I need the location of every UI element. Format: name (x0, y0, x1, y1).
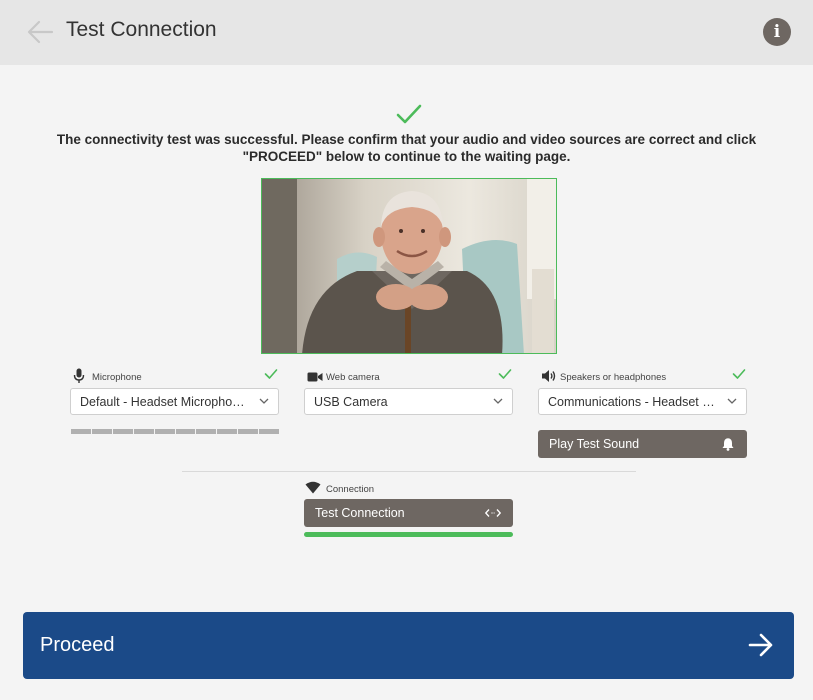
arrow-left-icon[interactable] (26, 19, 54, 45)
microphone-select[interactable]: Default - Headset Microphone (Headset) (70, 388, 279, 415)
level-segment (154, 429, 175, 434)
speaker-icon (542, 370, 556, 382)
section-divider (182, 471, 636, 472)
connection-label-row: Connection (304, 480, 514, 498)
camera-preview (261, 178, 557, 354)
speakers-label-row: Speakers or headphones (538, 368, 748, 386)
proceed-label: Proceed (40, 634, 115, 656)
wifi-icon (305, 481, 321, 494)
status-message: The connectivity test was successful. Pl… (56, 132, 757, 164)
chevron-down-icon (727, 398, 737, 404)
speakers-label: Speakers or headphones (560, 372, 667, 383)
camera-label-row: Web camera (304, 368, 514, 386)
level-segment (175, 429, 196, 434)
speakers-selected-value: Communications - Headset Earphone (Heads… (548, 395, 718, 409)
level-segment (91, 429, 112, 434)
microphone-section: Microphone Default - Headset Microphone … (70, 368, 280, 438)
microphone-level-meter (71, 429, 280, 434)
chevron-down-icon (259, 398, 269, 404)
code-arrows-icon (485, 509, 501, 517)
level-segment (238, 429, 259, 434)
play-test-sound-label: Play Test Sound (549, 437, 640, 451)
speakers-section: Speakers or headphones Communications - … (538, 368, 748, 460)
level-segment (196, 429, 217, 434)
camera-ok-check-icon (498, 369, 512, 379)
chevron-down-icon (493, 398, 503, 404)
level-segment (259, 429, 280, 434)
connection-progress-fill (304, 532, 513, 537)
proceed-button[interactable]: Proceed (23, 612, 794, 679)
camera-select[interactable]: USB Camera (304, 388, 513, 415)
connection-progress-bar (304, 532, 513, 537)
page-title: Test Connection (66, 18, 217, 41)
camera-preview-image (262, 179, 556, 353)
header-bar: Test Connection i (0, 0, 813, 65)
speakers-select[interactable]: Communications - Headset Earphone (Heads… (538, 388, 747, 415)
check-icon (396, 104, 422, 124)
level-segment (217, 429, 238, 434)
camera-selected-value: USB Camera (314, 395, 388, 409)
microphone-ok-check-icon (264, 369, 278, 379)
microphone-label-row: Microphone (70, 368, 280, 386)
level-segment (71, 429, 91, 434)
camera-section: Web camera USB Camera (304, 368, 514, 418)
level-segment (112, 429, 133, 434)
speakers-ok-check-icon (732, 369, 746, 379)
video-camera-icon (307, 372, 323, 382)
info-icon[interactable]: i (763, 18, 791, 46)
test-connection-label: Test Connection (315, 506, 405, 520)
arrow-right-icon (748, 633, 773, 657)
play-test-sound-button[interactable]: Play Test Sound (538, 430, 747, 458)
microphone-label: Microphone (92, 372, 142, 383)
microphone-selected-value: Default - Headset Microphone (Headset) (80, 395, 250, 409)
bell-icon (722, 438, 734, 451)
camera-label: Web camera (326, 372, 380, 383)
microphone-icon (73, 368, 85, 383)
connection-label: Connection (326, 484, 375, 495)
test-connection-button[interactable]: Test Connection (304, 499, 513, 527)
level-segment (133, 429, 154, 434)
